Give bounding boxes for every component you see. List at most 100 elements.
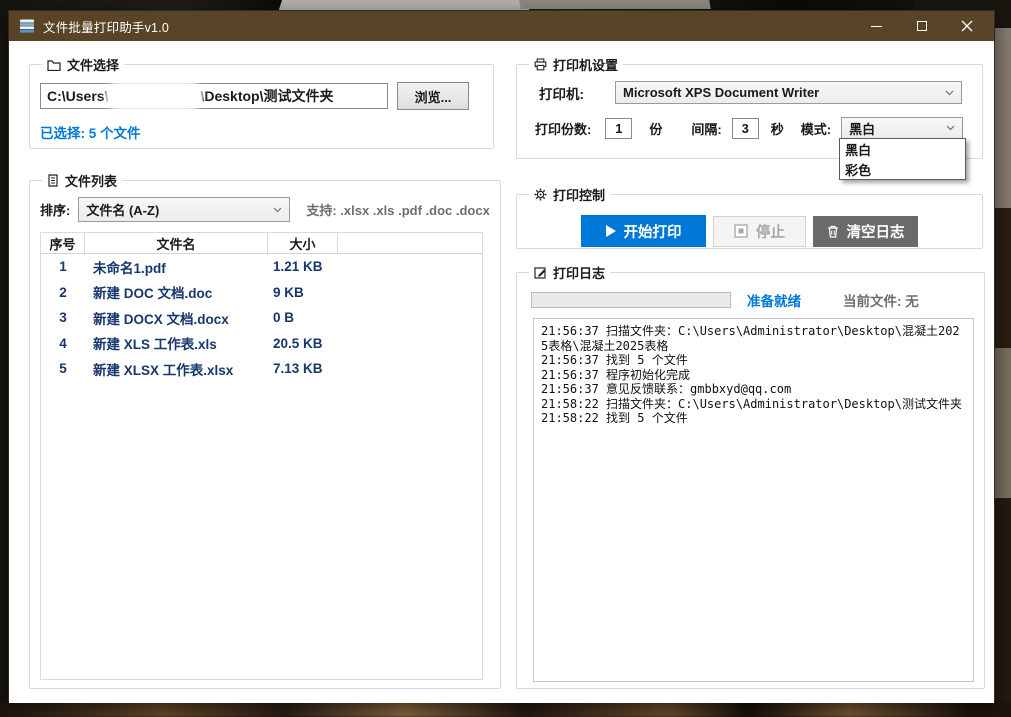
column-header-size[interactable]: 大小	[268, 233, 338, 253]
printer-icon	[534, 58, 547, 71]
desktop-shape	[519, 0, 711, 9]
column-header-name[interactable]: 文件名	[85, 233, 268, 253]
table-row[interactable]: 5 新建 XLSX 工作表.xlsx 7.13 KB	[41, 356, 482, 382]
mode-dropdown-popup: 黑白 彩色	[839, 138, 966, 180]
folder-icon	[47, 59, 61, 71]
printer-value: Microsoft XPS Document Writer	[623, 85, 819, 100]
desktop-shape	[0, 701, 1011, 717]
document-icon	[47, 174, 59, 187]
mode-label: 模式:	[801, 119, 831, 138]
print-control-legend: 打印控制	[529, 185, 610, 204]
supported-formats-text: 支持: .xlsx .xls .pdf .doc .docx	[306, 200, 490, 219]
file-name: 新建 DOC 文档.doc	[85, 282, 268, 302]
gear-icon	[534, 188, 547, 201]
file-size: 20.5 KB	[268, 336, 338, 351]
print-log-group: 打印日志 准备就绪 当前文件: 无 21:56:37 扫描文件夹：C:\User…	[516, 263, 985, 689]
file-table: 序号 文件名 大小 1 未命名1.pdf 1.21 KB	[40, 232, 483, 680]
file-select-group: 文件选择 C:\Users\ \Desktop\测试文件夹 浏览... 已选择: …	[29, 55, 494, 149]
status-text: 准备就绪	[747, 290, 801, 310]
sort-value: 文件名 (A-Z)	[86, 200, 159, 219]
file-table-body: 1 未命名1.pdf 1.21 KB 2 新建 DOC 文档.doc 9 KB	[41, 254, 482, 382]
table-row[interactable]: 2 新建 DOC 文档.doc 9 KB	[41, 280, 482, 306]
maximize-icon	[917, 21, 927, 31]
file-name: 未命名1.pdf	[85, 257, 268, 277]
printer-settings-group: 打印机设置 打印机: Microsoft XPS Document Writer…	[516, 55, 983, 159]
sort-label: 排序:	[40, 200, 70, 219]
table-row[interactable]: 1 未命名1.pdf 1.21 KB	[41, 254, 482, 280]
window-content: 文件选择 C:\Users\ \Desktop\测试文件夹 浏览... 已选择: …	[9, 41, 994, 703]
file-list-legend: 文件列表	[42, 171, 122, 190]
file-index: 3	[41, 310, 85, 325]
app-window: 文件批量打印助手v1.0 文件选择 C:\Users\ \Desktop\测试文件…	[8, 10, 995, 702]
selected-count-text: 已选择: 5 个文件	[40, 122, 483, 142]
titlebar[interactable]: 文件批量打印助手v1.0	[9, 11, 994, 41]
file-table-header: 序号 文件名 大小	[41, 233, 482, 254]
log-line: 21:56:37 扫描文件夹：C:\Users\Administrator\De…	[541, 324, 966, 353]
stop-button[interactable]: 停止	[713, 216, 806, 247]
copies-unit: 份	[649, 119, 662, 138]
app-printer-icon	[19, 19, 35, 33]
log-line: 21:56:37 意见反馈联系：gmbbxyd@qq.com	[541, 382, 966, 397]
file-index: 5	[41, 361, 85, 376]
table-row[interactable]: 3 新建 DOCX 文档.docx 0 B	[41, 305, 482, 331]
sort-dropdown[interactable]: 文件名 (A-Z)	[78, 197, 290, 222]
start-print-button[interactable]: 开始打印	[581, 215, 706, 247]
mode-option[interactable]: 彩色	[840, 159, 965, 179]
print-log-legend: 打印日志	[529, 263, 610, 282]
edit-log-icon	[534, 266, 547, 279]
play-icon	[606, 225, 616, 237]
browse-button[interactable]: 浏览...	[397, 82, 469, 110]
printer-dropdown[interactable]: Microsoft XPS Document Writer	[615, 81, 962, 104]
file-name: 新建 XLSX 工作表.xlsx	[85, 359, 268, 379]
printer-settings-legend: 打印机设置	[529, 55, 623, 74]
log-line: 21:58:22 扫描文件夹：C:\Users\Administrator\De…	[541, 397, 966, 412]
folder-path-input[interactable]: C:\Users\ \Desktop\测试文件夹	[40, 83, 388, 109]
interval-unit: 秒	[771, 119, 784, 138]
file-size: 0 B	[268, 310, 338, 325]
redacted-username	[110, 86, 198, 106]
progress-bar	[531, 292, 731, 308]
file-size: 9 KB	[268, 285, 338, 300]
path-suffix: \Desktop\测试文件夹	[200, 86, 333, 106]
desktop-shape	[994, 28, 1011, 208]
interval-input[interactable]: 3	[732, 118, 759, 139]
stop-icon	[734, 224, 748, 238]
log-line: 21:56:37 程序初始化完成	[541, 368, 966, 383]
minimize-button[interactable]	[854, 11, 899, 41]
log-line: 21:58:22 找到 5 个文件	[541, 411, 966, 426]
file-select-legend: 文件选择	[42, 55, 124, 74]
chevron-down-icon	[946, 125, 955, 131]
close-button[interactable]	[944, 11, 989, 41]
printer-label: 打印机:	[539, 83, 615, 103]
maximize-button[interactable]	[899, 11, 944, 41]
file-list-group: 文件列表 排序: 文件名 (A-Z) 支持: .xlsx .xls .pdf .…	[29, 171, 501, 689]
print-control-group: 打印控制 开始打印 停止 清空日志	[516, 185, 983, 249]
desktop-shape	[994, 498, 1011, 717]
close-icon	[961, 20, 973, 32]
current-file-text: 当前文件: 无	[843, 290, 919, 310]
column-header-empty	[338, 233, 482, 253]
interval-label: 间隔:	[691, 119, 721, 138]
desktop-shape	[994, 208, 1011, 348]
path-prefix: C:\Users\	[47, 88, 108, 104]
file-size: 7.13 KB	[268, 361, 338, 376]
file-name: 新建 XLS 工作表.xls	[85, 333, 268, 353]
window-title: 文件批量打印助手v1.0	[43, 17, 169, 36]
mode-value: 黑白	[849, 119, 875, 138]
desktop-shape	[994, 348, 1011, 498]
file-name: 新建 DOCX 文档.docx	[85, 308, 268, 328]
trash-icon	[827, 225, 839, 238]
copies-label: 打印份数:	[535, 119, 591, 138]
mode-option[interactable]: 黑白	[840, 139, 965, 159]
file-index: 4	[41, 336, 85, 351]
copies-input[interactable]: 1	[605, 118, 632, 139]
mode-dropdown[interactable]: 黑白	[841, 117, 963, 139]
chevron-down-icon	[945, 90, 954, 96]
chevron-down-icon	[273, 207, 282, 213]
clear-log-button[interactable]: 清空日志	[813, 216, 918, 247]
log-line: 21:56:37 找到 5 个文件	[541, 353, 966, 368]
column-header-no[interactable]: 序号	[41, 233, 85, 253]
file-index: 2	[41, 285, 85, 300]
table-row[interactable]: 4 新建 XLS 工作表.xls 20.5 KB	[41, 331, 482, 357]
log-output[interactable]: 21:56:37 扫描文件夹：C:\Users\Administrator\De…	[533, 318, 974, 682]
